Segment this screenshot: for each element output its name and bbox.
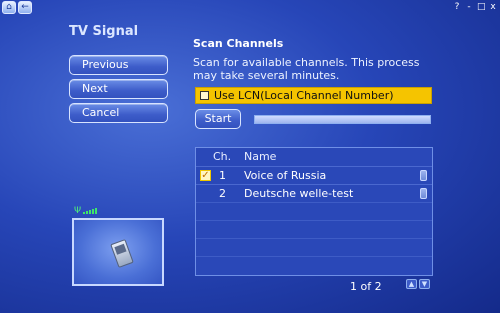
start-button[interactable]: Start: [195, 109, 241, 129]
page-indicator: 1 of 2: [350, 280, 382, 293]
channel-number: 2: [219, 187, 226, 200]
channel-name: Voice of Russia: [244, 169, 327, 182]
channel-number: 1: [219, 169, 226, 182]
scan-description: Scan for available channels. This proces…: [193, 56, 420, 82]
page-up-icon[interactable]: ▲: [406, 279, 417, 289]
lock-icon[interactable]: [420, 170, 427, 181]
home-icon[interactable]: ⌂: [2, 1, 16, 14]
maximize-button[interactable]: □: [477, 2, 486, 12]
channel-checkbox[interactable]: ✓: [200, 170, 211, 181]
column-header-name: Name: [244, 150, 277, 163]
empty-row: [196, 256, 432, 274]
lock-icon[interactable]: [420, 188, 427, 199]
scan-progress-bar: [254, 115, 431, 124]
minimize-button[interactable]: -: [465, 2, 473, 12]
empty-row: [196, 238, 432, 256]
channel-row[interactable]: ✓ 1 Voice of Russia: [196, 166, 432, 184]
lcn-label: Use LCN(Local Channel Number): [214, 89, 394, 102]
empty-row: [196, 202, 432, 220]
lcn-option[interactable]: Use LCN(Local Channel Number): [195, 87, 432, 104]
window-controls: ? - □ x: [453, 2, 497, 12]
channel-name: Deutsche welle-test: [244, 187, 354, 200]
antenna-icon: Ψ: [74, 206, 82, 216]
tv-tuner-device-icon: [110, 239, 134, 268]
empty-row: [196, 220, 432, 238]
channel-list: Ch. Name ✓ 1 Voice of Russia 2 Deutsche …: [195, 147, 433, 276]
cancel-button[interactable]: Cancel: [69, 103, 168, 123]
back-arrow-icon[interactable]: ←: [18, 1, 32, 14]
column-header-ch: Ch.: [213, 150, 232, 163]
channel-row[interactable]: 2 Deutsche welle-test: [196, 184, 432, 202]
channel-list-header: Ch. Name: [196, 148, 432, 166]
lcn-checkbox[interactable]: [200, 91, 209, 100]
previous-button[interactable]: Previous: [69, 55, 168, 75]
signal-strength-icon: [83, 208, 97, 214]
preview-panel: [72, 218, 164, 286]
help-button[interactable]: ?: [453, 2, 461, 12]
page-title: TV Signal: [69, 24, 139, 39]
page-down-icon[interactable]: ▼: [419, 279, 430, 289]
close-button[interactable]: x: [489, 2, 497, 12]
next-button[interactable]: Next: [69, 79, 168, 99]
section-title: Scan Channels: [193, 37, 284, 50]
top-bar: ⌂ ← ? - □ x: [0, 0, 500, 16]
